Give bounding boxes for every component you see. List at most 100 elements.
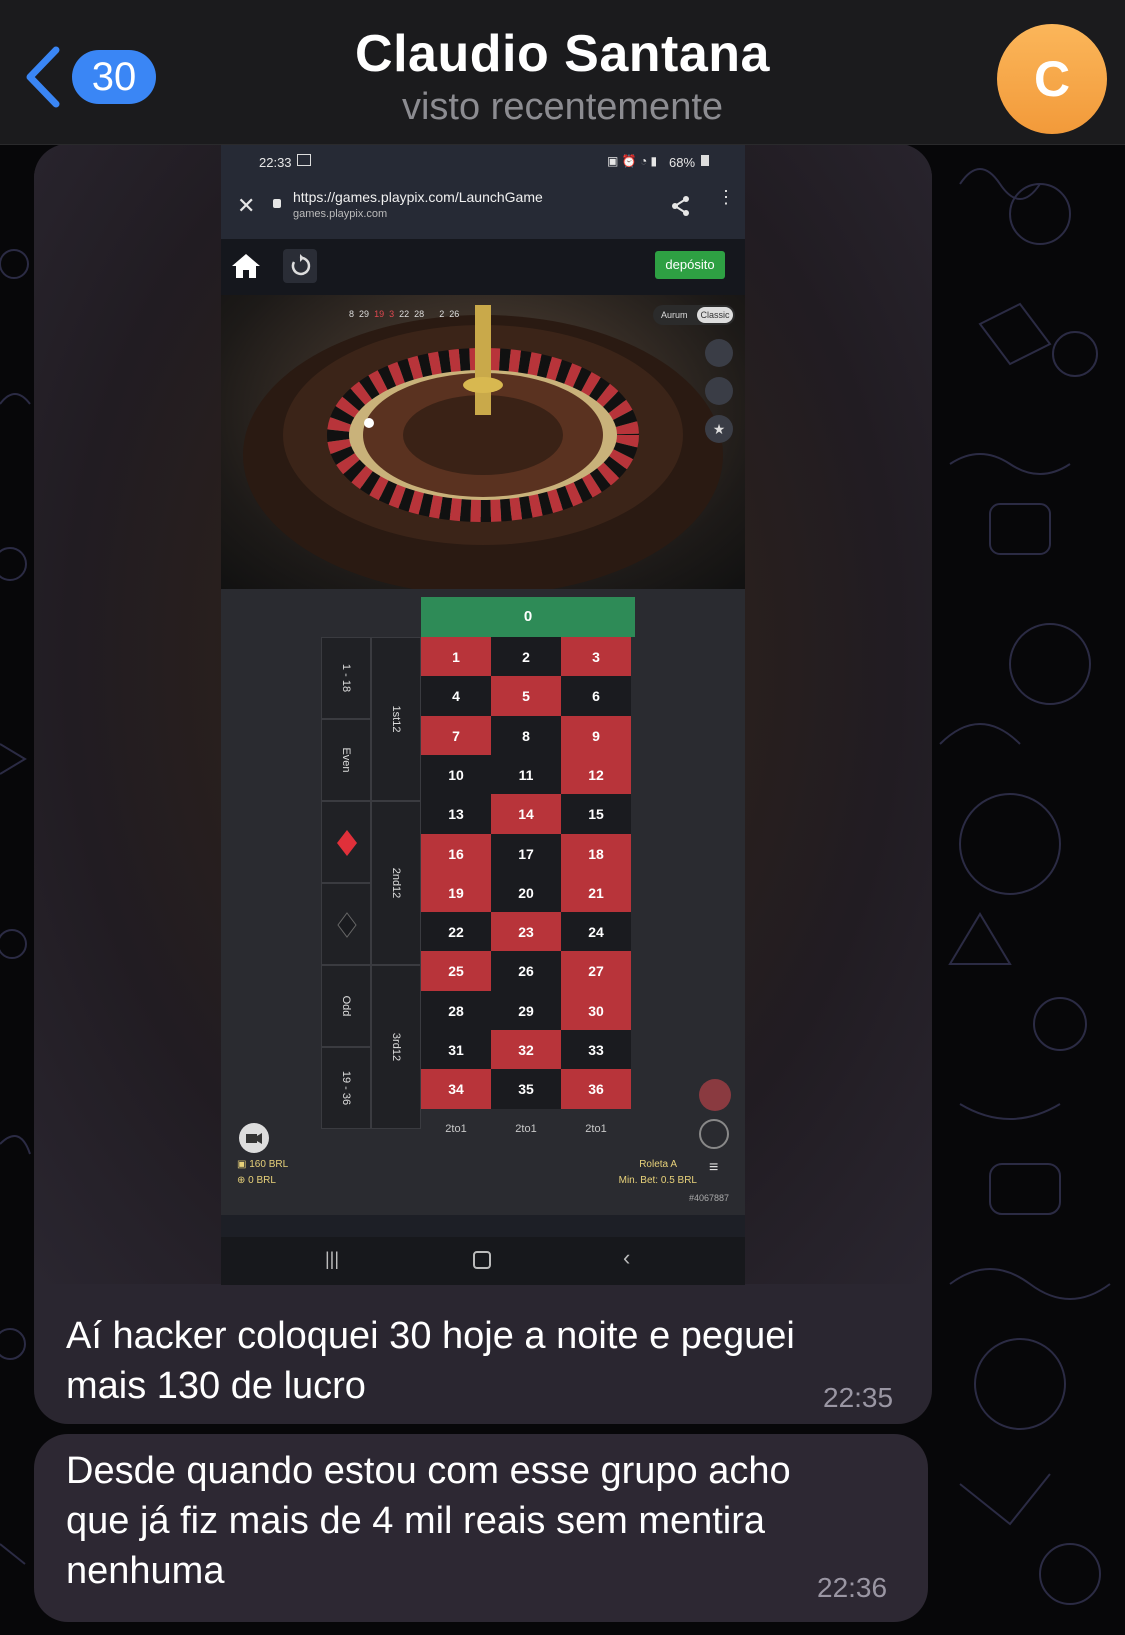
number-cell: 25	[421, 951, 491, 992]
number-cell: 6	[561, 676, 631, 717]
number-cell: 36	[561, 1069, 631, 1110]
column-bet-1: 2to1	[445, 1123, 467, 1135]
avatar[interactable]: C	[997, 24, 1107, 134]
number-cell: 8	[491, 715, 561, 756]
column-bet-3: 2to1	[585, 1123, 607, 1135]
number-cell: 34	[421, 1069, 491, 1110]
browser-url-bar: ✕ https://games.playpix.com/LaunchGame g…	[221, 181, 745, 239]
number-cell: 24	[561, 912, 631, 953]
favorite-icon: ★	[705, 415, 733, 443]
message-2-time: 22:36	[817, 1572, 888, 1603]
number-cell: 2	[491, 637, 561, 677]
image-icon	[297, 154, 311, 166]
red-diamond-icon	[337, 830, 357, 856]
balance: ▣ 160 BRL	[237, 1159, 289, 1170]
betting-table: 0 1 2 3 4 5 6 7 8 9 10 11 12 13 14 15 16 17 18 19 20 21 22 23 2…	[221, 589, 745, 1215]
refresh-icon	[291, 254, 311, 276]
number-cell: 27	[561, 951, 631, 992]
column-bet-2: 2to1	[515, 1123, 537, 1135]
number-cell: 5	[491, 676, 561, 717]
home-nav-icon	[473, 1251, 491, 1269]
close-icon: ✕	[237, 193, 256, 218]
bet-even: Even	[321, 719, 371, 801]
number-cell: 10	[421, 754, 491, 795]
roulette-screenshot-image[interactable]: 22:33 ▣ ⏰ ◔ ▮ 68% ✕ https://games.playpi…	[221, 145, 745, 1285]
number-cell: 3	[561, 637, 631, 677]
bet-19-36: 19 - 36	[321, 1047, 371, 1129]
message-2-line-2: que já fiz mais de 4 mil reais sem menti…	[66, 1500, 766, 1542]
number-cell: 9	[561, 715, 631, 756]
total-bet: ⊕ 0 BRL	[237, 1175, 276, 1186]
roulette-wheel-illustration	[243, 305, 723, 589]
number-cell: 14	[491, 794, 561, 835]
number-cell: 22	[421, 912, 491, 953]
message-2-line-3: nenhuma	[66, 1550, 225, 1592]
number-cell: 35	[491, 1069, 561, 1110]
number-cell: 26	[491, 951, 561, 992]
url-domain: games.playpix.com	[293, 208, 388, 220]
number-cell: 21	[561, 872, 631, 913]
min-bet: Min. Bet: 0.5 BRL	[618, 1175, 697, 1186]
number-cell: 15	[561, 794, 631, 835]
dozen-1: 1st12	[371, 637, 421, 801]
dozen-2: 2nd12	[371, 801, 421, 965]
message-1-time: 22:35	[823, 1382, 894, 1413]
number-cell: 1	[421, 637, 491, 677]
number-cell: 7	[421, 715, 491, 756]
message-2-text: Desde quando estou com esse grupo acho q…	[66, 1446, 791, 1596]
share-icon	[672, 196, 689, 216]
bet-black	[321, 883, 371, 965]
contact-name[interactable]: Claudio Santana	[0, 24, 1125, 84]
android-nav-bar: ||| ‹	[221, 1237, 745, 1285]
undo-icon	[699, 1119, 729, 1149]
number-cell: 17	[491, 833, 561, 874]
camera-icon	[239, 1123, 269, 1153]
message-1-line-1: Aí hacker coloquei 30 hoje a noite e peg…	[66, 1315, 795, 1357]
number-cell: 13	[421, 794, 491, 835]
table-name: Roleta A	[639, 1159, 677, 1170]
history-icon	[705, 377, 733, 405]
roulette-wheel-video: 8 29 19 3 22 28 2 26 Aurum Classic ★	[221, 295, 745, 589]
view-toggle: Aurum Classic	[653, 305, 735, 325]
number-cell: 32	[491, 1030, 561, 1070]
chip-icon	[699, 1079, 731, 1111]
more-vert-icon: ⋮	[717, 187, 735, 207]
message-1-text: Aí hacker coloquei 30 hoje a noite e peg…	[66, 1311, 795, 1411]
number-cell: 18	[561, 833, 631, 874]
number-cell: 19	[421, 872, 491, 913]
deposit-button: depósito	[655, 251, 725, 279]
stats-icon	[705, 339, 733, 367]
number-cell: 33	[561, 1030, 631, 1070]
battery-icon	[701, 155, 709, 166]
menu-icon: ≡	[709, 1159, 719, 1176]
url-text: https://games.playpix.com/LaunchGame	[293, 189, 543, 205]
back-nav-icon: ‹	[623, 1245, 631, 1270]
contact-status: visto recentemente	[401, 86, 724, 128]
bet-red	[321, 801, 371, 883]
refresh-button	[283, 249, 317, 283]
number-cell: 11	[491, 754, 561, 795]
number-cell: 12	[561, 754, 631, 795]
game-toolbar: depósito	[221, 239, 745, 295]
number-cell: 23	[491, 912, 561, 953]
recent-apps-icon: |||	[325, 1249, 340, 1269]
dozen-3: 3rd12	[371, 965, 421, 1129]
number-cell: 4	[421, 676, 491, 717]
round-id: #4067887	[688, 1193, 729, 1203]
phone-battery: 68%	[669, 155, 696, 170]
chat-header: 30 Claudio Santana visto recentemente C	[0, 0, 1125, 145]
recent-numbers: 8 29 19 3 22 28 2 26	[349, 309, 460, 319]
bet-1-18: 1 - 18	[321, 637, 371, 719]
number-cell: 31	[421, 1030, 491, 1070]
lock-icon	[273, 199, 281, 208]
zero-cell: 0	[421, 597, 635, 637]
phone-time: 22:33	[259, 155, 292, 170]
message-1-line-2: mais 130 de lucro	[66, 1365, 366, 1407]
status-icons: ▣ ⏰ ◔ ▮	[607, 154, 658, 168]
black-diamond-icon	[337, 912, 357, 938]
number-cell: 30	[561, 990, 631, 1031]
number-cell: 20	[491, 872, 561, 913]
number-cell: 16	[421, 833, 491, 874]
message-2-line-1: Desde quando estou com esse grupo acho	[66, 1450, 791, 1492]
number-cell: 29	[491, 990, 561, 1031]
